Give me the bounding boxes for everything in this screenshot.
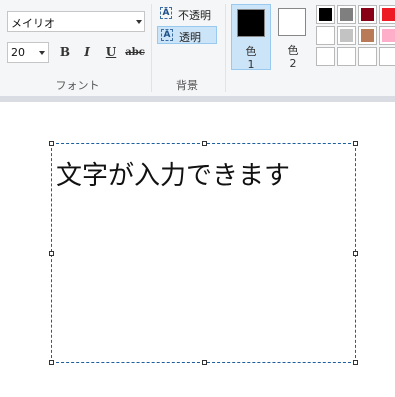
color2-number: 2 <box>289 57 297 70</box>
transparent-label: 透明 <box>179 31 201 44</box>
palette-swatch[interactable] <box>358 47 377 66</box>
resize-handle-bottom-right[interactable] <box>353 360 358 365</box>
strikethrough-icon: abc <box>125 47 145 58</box>
text-box[interactable]: 文字が入力できます <box>49 141 358 365</box>
opaque-label: 不透明 <box>178 9 211 22</box>
palette-swatch-fill <box>319 50 332 63</box>
chevron-down-icon <box>136 20 142 24</box>
resize-handle-top-left[interactable] <box>49 141 54 146</box>
font-size-select[interactable]: 20 <box>7 42 49 63</box>
color1-button[interactable]: 色 1 <box>231 4 271 71</box>
palette-swatch[interactable] <box>316 5 335 24</box>
palette-swatch-fill <box>382 8 395 21</box>
group-divider <box>151 4 152 92</box>
italic-button[interactable]: I <box>77 43 97 62</box>
palette-swatch-fill <box>382 29 395 42</box>
bold-icon: B <box>59 45 71 59</box>
color2-label: 色 <box>287 44 299 57</box>
transparent-option[interactable]: A 透明 <box>157 26 217 44</box>
chevron-down-icon <box>39 51 45 55</box>
palette-swatch-fill <box>340 50 353 63</box>
color2-button[interactable]: 色 2 <box>273 4 313 70</box>
strikethrough-button[interactable]: abc <box>123 43 147 62</box>
opaque-option[interactable]: A 不透明 <box>157 5 217 23</box>
bold-button[interactable]: B <box>55 43 75 62</box>
palette-swatch[interactable] <box>337 5 356 24</box>
text-box-content[interactable]: 文字が入力できます <box>56 155 290 192</box>
palette-swatch[interactable] <box>337 26 356 45</box>
font-family-value: メイリオ <box>11 17 55 30</box>
palette-swatch[interactable] <box>379 47 395 66</box>
palette-swatch-fill <box>382 50 395 63</box>
palette-swatch-fill <box>340 8 353 21</box>
group-divider <box>225 4 226 92</box>
color1-label: 色 <box>245 45 257 58</box>
underline-icon: U <box>105 45 117 59</box>
resize-handle-right[interactable] <box>353 251 358 256</box>
resize-handle-top-right[interactable] <box>353 141 358 146</box>
palette-swatch[interactable] <box>358 26 377 45</box>
palette-swatch[interactable] <box>358 5 377 24</box>
palette-swatch[interactable] <box>316 26 335 45</box>
font-group-label: フォント <box>55 79 100 92</box>
opaque-background-icon: A <box>160 7 172 19</box>
resize-handle-top[interactable] <box>202 141 207 146</box>
ribbon-border <box>0 96 395 102</box>
font-family-select[interactable]: メイリオ <box>7 11 145 32</box>
italic-icon: I <box>84 45 90 59</box>
palette-swatch[interactable] <box>379 5 395 24</box>
palette-swatch[interactable] <box>379 26 395 45</box>
ribbon: メイリオ 20 B I U abc フォント A 不透明 A 透明 背景 色 1… <box>0 0 395 96</box>
resize-handle-left[interactable] <box>49 251 54 256</box>
palette-swatch[interactable] <box>337 47 356 66</box>
palette-swatch-fill <box>361 8 374 21</box>
palette-swatch-fill <box>361 50 374 63</box>
background-group-label: 背景 <box>176 79 198 92</box>
palette-swatch[interactable] <box>316 47 335 66</box>
palette-swatch-fill <box>361 29 374 42</box>
underline-button[interactable]: U <box>101 43 121 62</box>
color1-number: 1 <box>247 58 255 71</box>
transparent-background-icon: A <box>161 29 173 41</box>
color1-swatch <box>237 9 265 37</box>
palette-swatch-fill <box>319 8 332 21</box>
palette-swatch-fill <box>319 29 332 42</box>
font-size-value: 20 <box>11 46 25 59</box>
color2-swatch <box>278 8 306 36</box>
resize-handle-bottom-left[interactable] <box>49 360 54 365</box>
palette-swatch-fill <box>340 29 353 42</box>
resize-handle-bottom[interactable] <box>202 360 207 365</box>
